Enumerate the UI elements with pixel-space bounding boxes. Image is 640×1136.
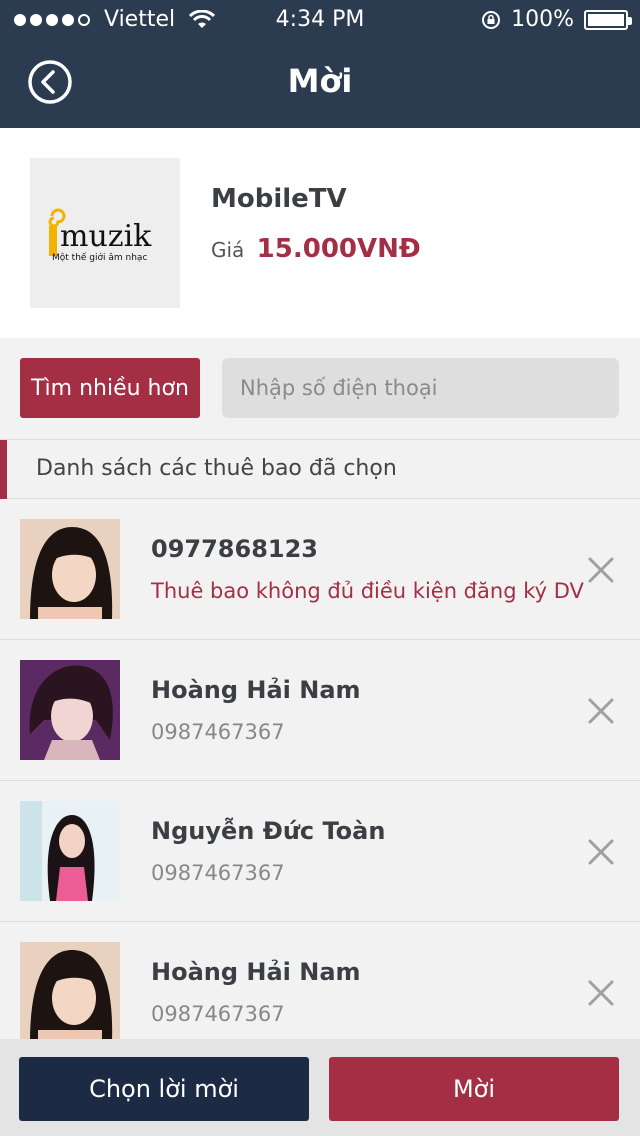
- battery-icon: [584, 9, 632, 30]
- status-right: 100%: [481, 7, 632, 32]
- section-accent-bar: [0, 440, 7, 499]
- find-more-button[interactable]: Tìm nhiều hơn: [20, 358, 200, 418]
- section-title: Danh sách các thuê bao đã chọn: [36, 456, 397, 481]
- list-item[interactable]: Nguyễn Đức Toàn 0987467367: [0, 781, 640, 922]
- list-item[interactable]: Hoàng Hải Nam 0987467367: [0, 922, 640, 1039]
- subscriber-name: 0977868123: [151, 535, 318, 563]
- status-bar: Viettel 4:34 PM 100%: [0, 0, 640, 40]
- avatar: [20, 519, 120, 619]
- battery-percent: 100%: [511, 7, 574, 32]
- imuzik-logo-icon: muzik Một thế giới âm nhạc: [48, 208, 152, 263]
- product-name: MobileTV: [211, 184, 347, 214]
- nav-bar: Mời: [0, 40, 640, 128]
- choose-invitation-button[interactable]: Chọn lời mời: [19, 1057, 309, 1121]
- price-value: 15.000VNĐ: [256, 234, 421, 264]
- avatar: [20, 801, 120, 901]
- subscriber-status: Thuê bao không đủ điều kiện đăng ký DV: [151, 579, 584, 603]
- list-item[interactable]: 0977868123 Thuê bao không đủ điều kiện đ…: [0, 499, 640, 640]
- close-icon[interactable]: [586, 555, 616, 585]
- avatar: [20, 942, 120, 1039]
- avatar: [20, 660, 120, 760]
- price-row: Giá 15.000VNĐ: [211, 234, 421, 264]
- subscriber-name: Nguyễn Đức Toàn: [151, 817, 386, 845]
- close-icon[interactable]: [586, 696, 616, 726]
- subscriber-phone: 0987467367: [151, 720, 285, 744]
- close-icon[interactable]: [586, 837, 616, 867]
- list-item[interactable]: Hoàng Hải Nam 0987467367: [0, 640, 640, 781]
- subscriber-phone: 0987467367: [151, 1002, 285, 1026]
- phone-input[interactable]: [222, 358, 619, 418]
- subscriber-name: Hoàng Hải Nam: [151, 676, 361, 704]
- logo-wordmark: muzik: [60, 219, 152, 254]
- product-logo: muzik Một thế giới âm nhạc: [30, 158, 180, 308]
- section-header: Danh sách các thuê bao đã chọn: [0, 439, 640, 499]
- product-card: muzik Một thế giới âm nhạc MobileTV Giá …: [0, 128, 640, 338]
- invite-button[interactable]: Mời: [329, 1057, 619, 1121]
- subscriber-name: Hoàng Hải Nam: [151, 958, 361, 986]
- logo-tagline: Một thế giới âm nhạc: [52, 252, 147, 263]
- subscriber-list[interactable]: 0977868123 Thuê bao không đủ điều kiện đ…: [0, 499, 640, 1039]
- close-icon[interactable]: [586, 978, 616, 1008]
- rotation-lock-icon: [482, 10, 501, 29]
- subscriber-phone: 0987467367: [151, 861, 285, 885]
- page-title: Mời: [287, 62, 353, 100]
- bottom-action-bar: Chọn lời mời Mời: [0, 1039, 640, 1136]
- price-label: Giá: [211, 238, 245, 262]
